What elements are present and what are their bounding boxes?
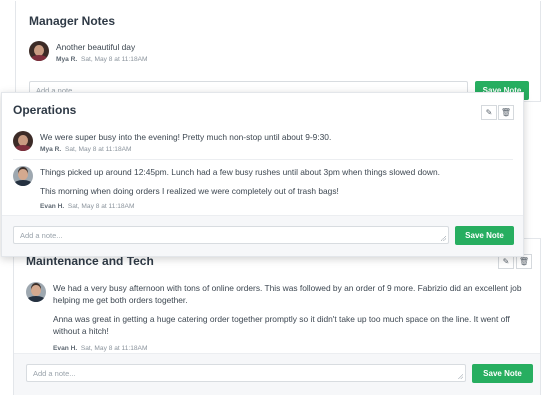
resize-grip[interactable] <box>458 374 463 379</box>
note-text: Things picked up around 12:45pm. Lunch h… <box>40 167 440 196</box>
note-text: Another beautiful day <box>56 42 136 52</box>
note-text: We had a very busy afternoon with tons o… <box>53 283 522 336</box>
operations-card: Operations ✎ 🗑 We were super busy into t… <box>1 92 524 257</box>
note-meta: Evan H. Sat, May 8 at 11:18AM <box>53 345 148 352</box>
add-note-input[interactable]: Add a note... <box>13 226 449 244</box>
avatar <box>13 166 33 186</box>
note-divider <box>13 159 513 160</box>
note-text: We were super busy into the evening! Pre… <box>40 132 332 142</box>
note-item: Another beautiful day Mya R. Sat, May 8 … <box>29 41 148 63</box>
save-note-button[interactable]: Save Note <box>455 226 514 245</box>
add-note-input[interactable]: Add a note... <box>26 364 466 382</box>
maintenance-card: Maintenance and Tech ✎ 🗑 We had a very b… <box>13 238 541 395</box>
resize-grip[interactable] <box>441 236 446 241</box>
save-note-button[interactable]: Save Note <box>472 364 533 383</box>
note-item: We were super busy into the evening! Pre… <box>13 131 331 153</box>
pencil-icon: ✎ <box>485 108 493 117</box>
avatar <box>29 41 49 61</box>
card-footer: Add a note... Save Note <box>2 215 523 256</box>
note-meta: Mya R. Sat, May 8 at 11:18AM <box>40 146 132 153</box>
note-item: We had a very busy afternoon with tons o… <box>26 282 526 352</box>
delete-button[interactable]: 🗑 <box>498 105 514 120</box>
note-meta: Mya R. Sat, May 8 at 11:18AM <box>56 56 148 63</box>
edit-button[interactable]: ✎ <box>481 105 497 120</box>
card-title: Operations <box>13 103 77 117</box>
card-footer: Add a note... Save Note <box>14 353 540 395</box>
avatar <box>13 131 33 151</box>
trash-icon: 🗑 <box>518 257 530 266</box>
note-item: Things picked up around 12:45pm. Lunch h… <box>13 166 510 210</box>
trash-icon: 🗑 <box>500 108 512 117</box>
manager-notes-card: Manager Notes Another beautiful day Mya … <box>15 1 541 102</box>
avatar <box>26 282 46 302</box>
note-meta: Evan H. Sat, May 8 at 11:18AM <box>40 203 135 210</box>
card-title: Manager Notes <box>29 14 116 28</box>
pencil-icon: ✎ <box>502 257 510 266</box>
